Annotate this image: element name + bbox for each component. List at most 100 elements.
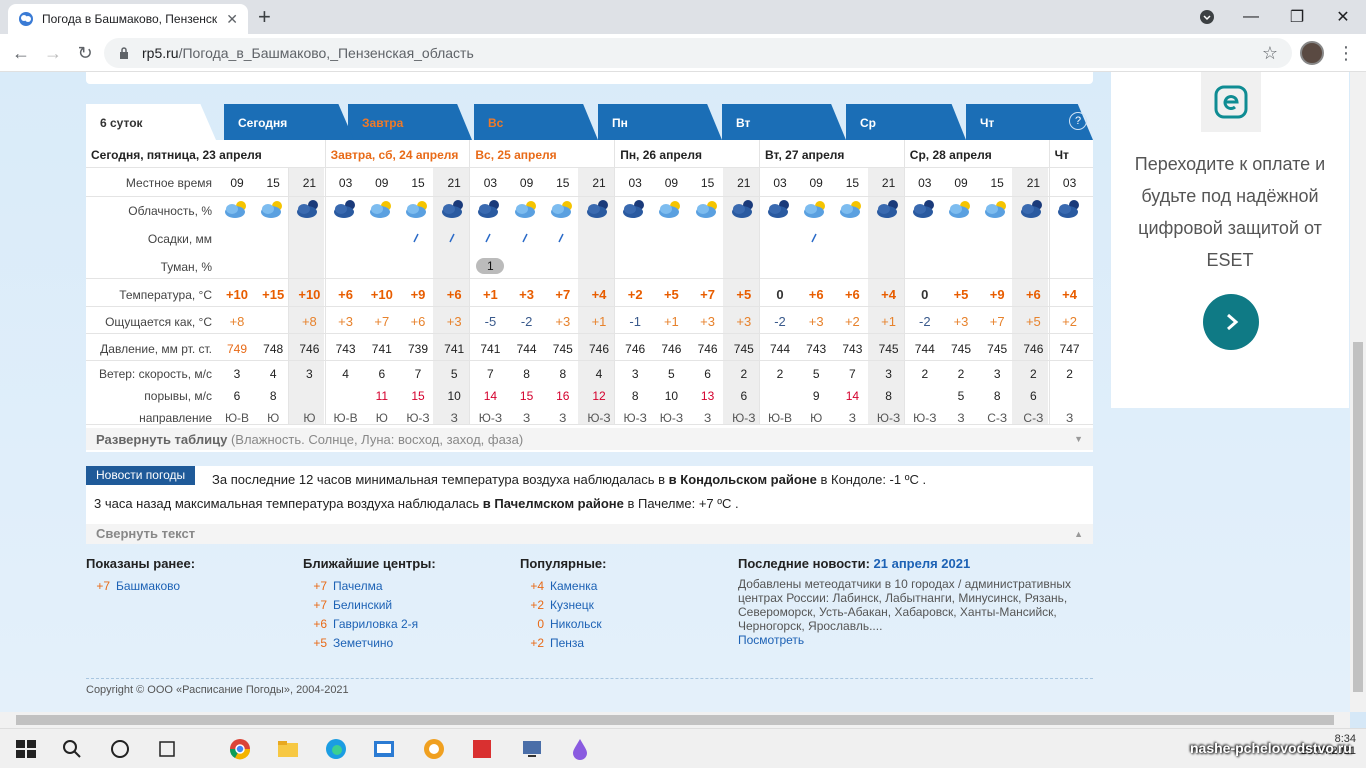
popular-city-link[interactable]: +2 Кузнецк [520, 596, 607, 615]
feels-like-cell: -2 [520, 314, 533, 329]
edge-icon[interactable] [324, 737, 348, 761]
wind-direction-cell: Ю [267, 411, 280, 425]
temperature-cell: +5 [663, 287, 679, 302]
wind-gust-cell: 8 [269, 389, 277, 403]
profile-avatar[interactable] [1300, 41, 1324, 65]
hour-cell: 21 [1026, 176, 1041, 190]
feels-like-cell: +2 [1062, 314, 1077, 329]
expand-table-toggle[interactable]: Развернуть таблицу (Влажность. Солнце, Л… [86, 428, 1093, 450]
temperature-cell: +9 [410, 287, 426, 302]
task-view-icon[interactable] [156, 737, 180, 761]
chrome-icon[interactable] [228, 737, 252, 761]
wind-direction-cell: Ю-З [913, 411, 937, 425]
popular-city-link[interactable]: 0 Никольск [520, 615, 607, 634]
page-viewport: Чт Ср Вт Пн Вс Завтра Сегодня 6 суток ? Сегодня… [0, 72, 1350, 712]
bookmark-star-icon[interactable]: ☆ [1262, 43, 1278, 64]
close-window-button[interactable]: ✕ [1320, 0, 1366, 34]
row-divider [86, 306, 1093, 307]
eset-logo-icon [1201, 72, 1261, 132]
wind-direction-cell: Ю-З [478, 411, 503, 425]
nearby-city-link[interactable]: +7 Белинский [303, 596, 436, 615]
app-red-icon[interactable] [470, 737, 494, 761]
wind-direction-cell: З [848, 411, 857, 425]
feels-like-cell: +2 [844, 314, 860, 329]
day-tab[interactable]: Ср [846, 104, 966, 140]
feels-like-cell: +3 [700, 314, 715, 329]
app-drop-icon[interactable] [568, 737, 592, 761]
horizontal-scrollbar[interactable] [0, 712, 1350, 728]
nearby-city-link[interactable]: +5 Земетчино [303, 634, 436, 653]
shown-city-link[interactable]: +7 Башмаково [86, 577, 195, 596]
reload-button[interactable]: ↻ [74, 42, 96, 64]
nearby-city-link[interactable]: +6 Гавриловка 2-я [303, 615, 436, 634]
wind-speed-cell: 2 [921, 367, 929, 381]
day-cloud-icon [225, 201, 246, 218]
wind-direction-cell: Ю-В [224, 411, 250, 425]
wind-speed-cell: 2 [1030, 367, 1037, 381]
wind-direction-cell: Ю-В [333, 411, 358, 425]
last-news-date[interactable]: 21 апреля 2021 [874, 556, 971, 571]
precipitation-icon [810, 232, 818, 243]
back-button[interactable]: ← [10, 42, 32, 64]
popular-city-link[interactable]: +4 Каменка [520, 577, 607, 596]
wind-speed-cell: 3 [306, 367, 313, 381]
day-tab[interactable]: Пн [598, 104, 722, 140]
day-tab[interactable]: Завтра [348, 104, 472, 140]
feels-like-cell: +1 [663, 314, 679, 329]
app-icon[interactable] [372, 737, 396, 761]
pressure-cell: 748 [263, 342, 284, 356]
browser-toolbar: ← → ↻ rp5.ru/Погода_в_Башмаково,_Пензенс… [0, 34, 1366, 72]
temperature-cell: +3 [519, 287, 534, 302]
tab-search-icon[interactable] [1184, 0, 1230, 34]
browser-menu-icon[interactable]: ⋮ [1336, 40, 1356, 66]
popular-city-link[interactable]: +2 Пенза [520, 634, 607, 653]
day-tab[interactable]: Вт [722, 104, 846, 140]
hour-cell: 09 [375, 176, 389, 190]
feels-like-cell: -5 [484, 314, 497, 329]
file-explorer-icon[interactable] [276, 737, 300, 761]
expand-arrow-icon: ▼ [1074, 434, 1083, 444]
hour-cell: 21 [592, 176, 606, 190]
nearby-city-link[interactable]: +7 Пачелма [303, 577, 436, 596]
app-monitor-icon[interactable] [520, 737, 544, 761]
wind-speed-cell: 3 [631, 367, 639, 381]
wind-speed-cell: 2 [1066, 367, 1073, 381]
hour-cell: 03 [483, 176, 498, 190]
collapse-text-toggle[interactable]: Свернуть текст ▲ [86, 524, 1093, 544]
night-cloud-icon [1057, 200, 1079, 218]
help-icon[interactable]: ? [1069, 112, 1087, 130]
wind-direction-cell: З [559, 411, 567, 425]
hour-cell: 21 [737, 176, 751, 190]
row-label-time: Местное время [125, 176, 212, 190]
wind-direction-cell: Ю-З [587, 411, 611, 425]
windows-start-icon[interactable] [14, 737, 38, 761]
address-bar[interactable]: rp5.ru/Погода_в_Башмаково,_Пензенская_об… [104, 38, 1292, 68]
minimize-button[interactable]: — [1228, 0, 1274, 34]
ad-arrow-button[interactable] [1203, 294, 1259, 350]
day-tab[interactable]: Сегодня [224, 104, 354, 140]
pressure-cell: 746 [661, 342, 682, 356]
day-tab[interactable]: 6 суток [86, 104, 216, 140]
top-card-remnant [86, 72, 1093, 84]
hour-cell: 09 [519, 176, 534, 190]
fog-cell: 1 [476, 258, 505, 274]
eset-ad[interactable]: Переходите к оплате и будьте под надёжно… [1111, 72, 1349, 408]
day-tabs: Чт Ср Вт Пн Вс Завтра Сегодня 6 суток ? [86, 104, 1093, 140]
tab-close-icon[interactable]: ✕ [226, 11, 238, 28]
precipitation-icon [412, 232, 420, 243]
forward-button[interactable]: → [42, 42, 64, 64]
search-icon[interactable] [60, 737, 84, 761]
feels-like-cell: +5 [1025, 314, 1041, 329]
cortana-icon[interactable] [108, 737, 132, 761]
browser-tab[interactable]: Погода в Башмаково, Пензенск ✕ [8, 4, 248, 34]
vertical-scrollbar[interactable] [1350, 72, 1366, 712]
vpn-icon[interactable] [422, 737, 446, 761]
last-news-link[interactable]: Посмотреть [738, 633, 804, 647]
new-tab-button[interactable]: + [258, 6, 271, 28]
hour-cell: 03 [1062, 176, 1077, 190]
pressure-cell: 746 [625, 342, 646, 356]
forecast-table: Сегодня, пятница, 23 апреля Завтра, сб, 2… [86, 140, 1093, 452]
night-cloud-icon [768, 200, 789, 218]
maximize-button[interactable]: ❐ [1274, 0, 1320, 34]
day-tab[interactable]: Вс [474, 104, 598, 140]
